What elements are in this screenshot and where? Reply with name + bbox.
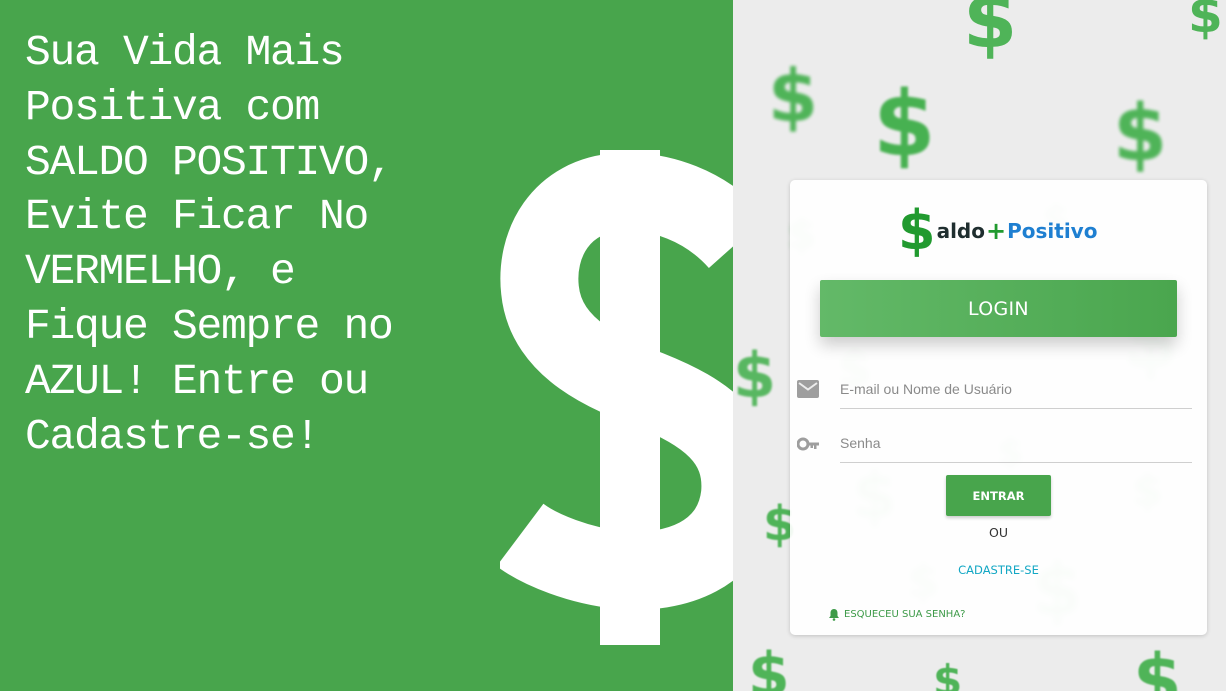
hero-text: Sua Vida Mais Positiva com SALDO POSITIV…	[25, 28, 394, 461]
background-dollar-icon: $	[748, 640, 790, 691]
forgot-password-label: ESQUECEU SUA SENHA?	[844, 609, 966, 620]
background-dollar-icon: $	[733, 339, 777, 412]
email-input[interactable]	[840, 369, 1192, 408]
mail-icon	[797, 380, 819, 398]
hero-panel: Sua Vida Mais Positiva com SALDO POSITIV…	[0, 0, 733, 691]
background-dollar-icon: $	[963, 0, 1018, 66]
or-separator: OU	[989, 525, 1008, 540]
background-dollar-icon: $	[1113, 89, 1168, 179]
logo-dollar-symbol: $	[898, 199, 936, 262]
background-dollar-icon: $	[1188, 0, 1223, 44]
forgot-password-link[interactable]: ESQUECEU SUA SENHA?	[828, 608, 965, 621]
login-card: $ aldo + Positivo LOGIN ENTRAR OU CADAST…	[790, 180, 1207, 635]
background-dollar-icon: $	[768, 54, 819, 138]
dollar-sign-icon	[500, 150, 733, 645]
email-field[interactable]	[840, 369, 1192, 409]
background-dollar-icon: $	[933, 656, 963, 691]
password-input[interactable]	[840, 423, 1192, 462]
background-dollar-icon: $	[873, 72, 936, 177]
saldo-positivo-logo: $ aldo + Positivo	[898, 200, 1097, 262]
bell-icon	[829, 609, 839, 621]
logo-word-positivo: Positivo	[1007, 219, 1098, 243]
logo-plus: +	[986, 217, 1007, 245]
password-field[interactable]	[840, 423, 1192, 463]
logo-word-saldo: aldo	[936, 219, 985, 243]
key-icon	[797, 437, 819, 451]
background-dollar-icon: $	[1133, 639, 1182, 691]
login-button[interactable]: ENTRAR	[946, 475, 1051, 516]
signup-link[interactable]: CADASTRE-SE	[790, 563, 1207, 577]
login-header: LOGIN	[820, 280, 1177, 337]
